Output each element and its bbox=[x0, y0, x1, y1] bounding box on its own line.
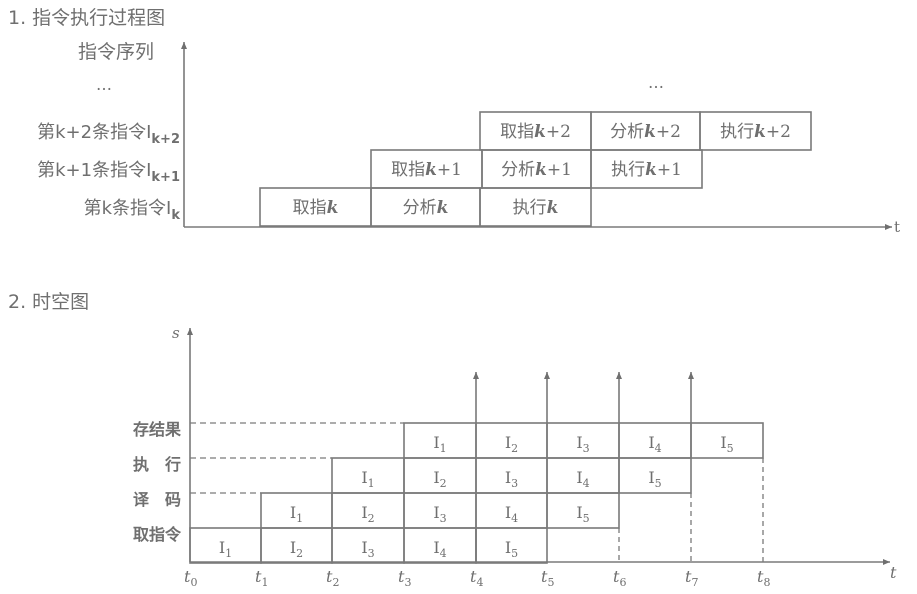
part2-cell-label: I1 bbox=[290, 503, 303, 525]
part2-cell-label: I1 bbox=[433, 433, 446, 455]
part2-tick-label: t3 bbox=[398, 567, 411, 589]
part1-row-label: 第k条指令Ik bbox=[84, 198, 181, 223]
part1-stage-label: 分析k+2 bbox=[610, 122, 681, 142]
part1-stage-label: 取指k+1 bbox=[391, 160, 462, 180]
part2-x-axis-label: t bbox=[890, 563, 897, 582]
part2-tick-label: t2 bbox=[326, 567, 339, 589]
part2-cell-label: I2 bbox=[361, 503, 374, 525]
part1-stage-label: 取指k bbox=[293, 198, 339, 218]
part2-cell-label: I4 bbox=[433, 538, 446, 560]
part1-stage-label: 执行k bbox=[513, 198, 559, 218]
part2-tick-label: t0 bbox=[184, 567, 197, 589]
part2-cell-label: I3 bbox=[505, 468, 518, 490]
part2-tick-label: t6 bbox=[613, 567, 626, 589]
part1-stage-label: 执行k+1 bbox=[611, 160, 682, 180]
part2-cell-label: I5 bbox=[720, 433, 733, 455]
part1-stage-label: 执行k+2 bbox=[720, 122, 791, 142]
part2-title: 2. 时空图 bbox=[8, 291, 89, 313]
part2-tick-label: t5 bbox=[541, 567, 554, 589]
part2-cell-label: I4 bbox=[576, 468, 589, 490]
part2-tick-label: t1 bbox=[255, 567, 268, 589]
part2-cell-label: I5 bbox=[576, 503, 589, 525]
part2-cell-label: I4 bbox=[648, 433, 661, 455]
part2-stage-label: 存结果 bbox=[133, 420, 181, 439]
part2-stage-label: 执 行 bbox=[133, 455, 181, 474]
part1-ellipsis-left: … bbox=[96, 75, 112, 94]
part1-x-axis-label: t bbox=[894, 218, 900, 236]
part2-cell-label: I5 bbox=[505, 538, 518, 560]
part2-tick-label: t8 bbox=[757, 567, 770, 589]
part2-cell-label: I3 bbox=[433, 503, 446, 525]
part2-tick-label: t4 bbox=[470, 567, 483, 589]
part2-stage-label: 译 码 bbox=[133, 490, 181, 509]
part2-cell-label: I4 bbox=[505, 503, 518, 525]
part2-tick-label: t7 bbox=[685, 567, 698, 589]
part1-ellipsis-right: … bbox=[648, 73, 664, 92]
part2-cell-label: I2 bbox=[290, 538, 303, 560]
part2-cell-label: I1 bbox=[219, 538, 232, 560]
part1-stage-label: 分析k+1 bbox=[501, 160, 572, 180]
part1-y-axis-label: 指令序列 bbox=[78, 41, 154, 63]
part1-row-label: 第k+1条指令Ik+1 bbox=[37, 160, 180, 185]
part2-stage-label: 取指令 bbox=[133, 525, 182, 544]
diagram-canvas: 1. 指令执行过程图 指令序列 … … t 2. 时空图 s t 第k条指令Ik… bbox=[8, 7, 900, 589]
part2-y-axis-label: s bbox=[172, 324, 180, 342]
part2-cell-label: I3 bbox=[576, 433, 589, 455]
part1-stage-label: 取指k+2 bbox=[500, 122, 571, 142]
part2-cell-label: I3 bbox=[361, 538, 374, 560]
part2-cell-label: I5 bbox=[648, 468, 661, 490]
part1-title: 1. 指令执行过程图 bbox=[8, 7, 165, 29]
part1-stage-label: 分析k bbox=[403, 198, 449, 218]
part2-cell-label: I1 bbox=[361, 468, 374, 490]
part2-cell-label: I2 bbox=[505, 433, 518, 455]
part1-row-label: 第k+2条指令Ik+2 bbox=[37, 122, 180, 147]
part2-cell-label: I2 bbox=[433, 468, 446, 490]
